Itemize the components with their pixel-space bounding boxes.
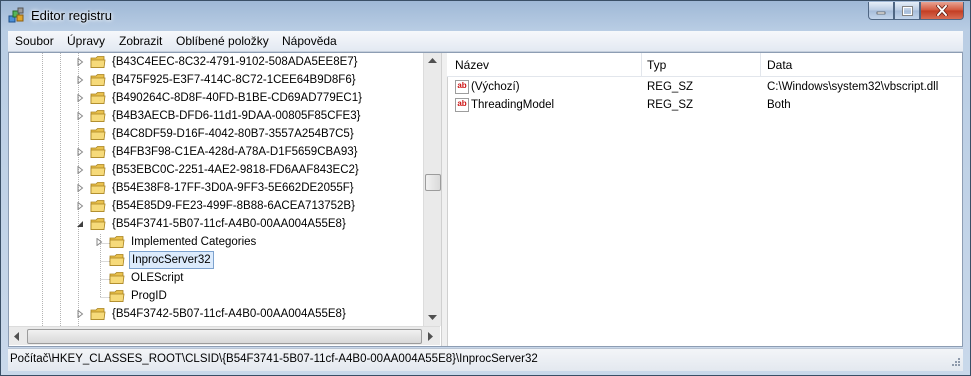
maximize-icon	[901, 5, 913, 16]
collapsed-arrow-icon[interactable]	[76, 94, 84, 102]
tree-key-label: {B54F3742-5B07-11cf-A4B0-00AA004A55E8}	[112, 308, 346, 320]
collapsed-arrow-icon[interactable]	[76, 148, 84, 156]
tree-key-label: {B490264C-8D8F-40FD-B1BE-CD69AD779EC1}	[112, 92, 362, 104]
tree-key-label: Implemented Categories	[131, 236, 257, 248]
value-data: C:\Windows\system32\vbscript.dll	[767, 81, 939, 93]
string-value-icon: ab	[455, 80, 469, 94]
close-icon	[936, 5, 948, 16]
collapsed-arrow-icon[interactable]	[76, 184, 84, 192]
collapsed-arrow-icon[interactable]	[76, 166, 84, 174]
value-name: ThreadingModel	[471, 99, 555, 111]
tree-key-label: {B4C8DF59-D16F-4042-80B7-3557A254B7C5}	[112, 128, 354, 140]
close-button[interactable]	[920, 2, 964, 20]
value-row[interactable]: ab ThreadingModel REG_SZ Both	[447, 96, 962, 114]
column-divider[interactable]	[760, 53, 761, 76]
tree-key-label: {B475F925-E3F7-414C-8C72-1CEE64B9D8F6}	[112, 74, 356, 86]
folder-icon	[90, 146, 106, 158]
tree-key-label: {B4FB3F98-C1EA-428d-A78A-D1F5659CBA93}	[112, 146, 358, 158]
tree-horizontal-scrollbar[interactable]	[9, 326, 440, 345]
menu-oblibene-polozky[interactable]: Oblíbené položky	[176, 34, 269, 48]
registry-editor-window: Editor registru Soubor Úpravy Zobrazit O…	[0, 0, 971, 376]
folder-icon	[90, 74, 106, 86]
collapsed-arrow-icon[interactable]	[76, 76, 84, 84]
key-tree[interactable]: {B43C4EEC-8C32-4791-9102-508ADA5EE8E7} {B…	[9, 53, 451, 326]
window-title: Editor registru	[31, 8, 112, 23]
expanded-arrow-icon[interactable]	[76, 220, 84, 228]
menu-bar: Soubor Úpravy Zobrazit Oblíbené položky …	[8, 31, 963, 52]
regedit-icon	[8, 7, 24, 23]
column-divider[interactable]	[641, 53, 642, 76]
title-bar[interactable]: Editor registru	[1, 1, 970, 31]
tree-scrollbar-thumb[interactable]	[425, 174, 441, 191]
caption-buttons	[868, 2, 964, 20]
column-header-name[interactable]: Název	[455, 58, 489, 72]
menu-napoveda[interactable]: Nápověda	[282, 34, 337, 48]
tree-key-label: {B54F3741-5B07-11cf-A4B0-00AA004A55E8}	[112, 218, 346, 230]
value-type: REG_SZ	[647, 99, 694, 111]
folder-icon	[90, 110, 106, 122]
tree-key-label: {B43C4EEC-8C32-4791-9102-508ADA5EE8E7}	[112, 56, 358, 68]
resize-grip-icon[interactable]	[949, 357, 961, 369]
tree-key-label: {B54E38F8-17FF-3D0A-9FF3-5E662DE2055F}	[112, 182, 354, 194]
scroll-up-arrow-icon[interactable]	[428, 58, 437, 64]
collapsed-arrow-icon[interactable]	[76, 112, 84, 120]
minimize-button[interactable]	[868, 2, 894, 20]
value-type: REG_SZ	[647, 81, 694, 93]
status-bar: Počítač\HKEY_CLASSES_ROOT\CLSID\{B54F374…	[8, 348, 963, 371]
menu-soubor[interactable]: Soubor	[15, 34, 54, 48]
menu-zobrazit[interactable]: Zobrazit	[119, 34, 162, 48]
tree-key-label: InprocServer32	[129, 251, 214, 269]
status-path: Počítač\HKEY_CLASSES_ROOT\CLSID\{B54F374…	[10, 353, 538, 365]
folder-icon	[90, 308, 106, 320]
folder-icon	[109, 272, 125, 284]
tree-key-label: {B53EBC0C-2251-4AE2-9818-FD6AAF843EC2}	[112, 164, 359, 176]
value-name: (Výchozí)	[471, 81, 520, 93]
minimize-icon	[876, 11, 886, 14]
value-row[interactable]: ab (Výchozí) REG_SZ C:\Windows\system32\…	[447, 78, 962, 96]
collapsed-arrow-icon[interactable]	[76, 310, 84, 318]
column-header-data[interactable]: Data	[767, 58, 792, 72]
folder-icon	[90, 128, 106, 140]
list-header: Název Typ Data	[447, 53, 962, 77]
maximize-button[interactable]	[894, 2, 920, 20]
folder-icon	[109, 254, 125, 266]
tree-vertical-scrollbar[interactable]	[423, 53, 441, 326]
string-value-icon: ab	[455, 98, 469, 112]
folder-icon	[90, 56, 106, 68]
tree-key-label: OLEScript	[131, 272, 184, 284]
main-area: {B43C4EEC-8C32-4791-9102-508ADA5EE8E7} {B…	[8, 52, 963, 347]
collapsed-arrow-icon[interactable]	[76, 202, 84, 210]
collapsed-arrow-icon[interactable]	[95, 238, 103, 246]
collapsed-arrow-icon[interactable]	[76, 58, 84, 66]
folder-icon	[90, 200, 106, 212]
folder-icon	[109, 236, 125, 248]
scroll-down-arrow-icon[interactable]	[428, 315, 437, 321]
tree-key-label: {B4B3AECB-DFD6-11d1-9DAA-00805F85CFE3}	[112, 110, 361, 122]
column-header-type[interactable]: Typ	[647, 58, 666, 72]
folder-icon	[90, 218, 106, 230]
folder-icon	[109, 290, 125, 302]
menu-upravy[interactable]: Úpravy	[67, 34, 105, 48]
scroll-left-arrow-icon[interactable]	[14, 332, 20, 341]
folder-icon	[90, 92, 106, 104]
value-data: Both	[767, 99, 791, 111]
folder-icon	[90, 182, 106, 194]
tree-hscroll-thumb[interactable]	[27, 329, 422, 344]
values-list[interactable]: Název Typ Data ab (Výchozí) REG_SZ C:\Wi…	[447, 53, 962, 346]
scroll-right-arrow-icon[interactable]	[428, 332, 434, 341]
tree-key-label: {B54E85D9-FE23-499F-8B88-6ACEA713752B}	[112, 200, 355, 212]
tree-key-label: ProgID	[131, 290, 167, 302]
folder-icon	[90, 164, 106, 176]
